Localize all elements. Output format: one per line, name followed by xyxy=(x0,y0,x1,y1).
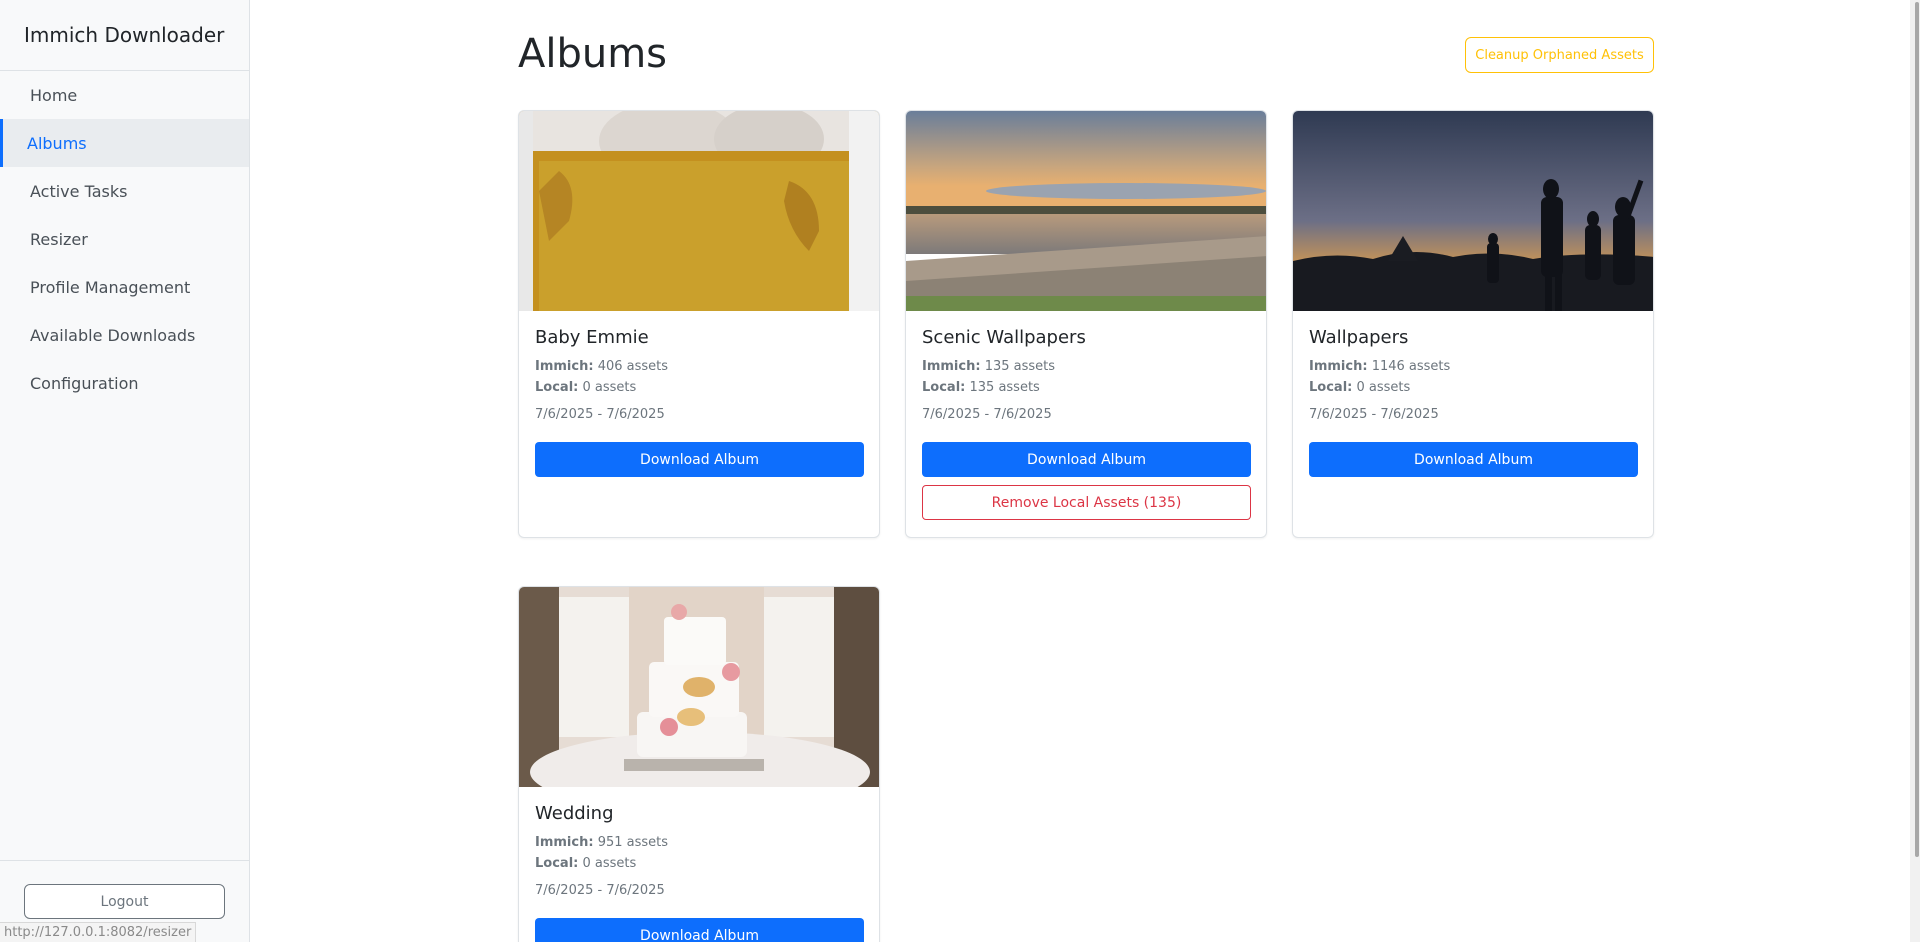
download-album-button[interactable]: Download Album xyxy=(535,918,864,942)
album-thumbnail[interactable] xyxy=(906,111,1266,311)
local-value: 0 assets xyxy=(582,380,637,395)
immich-value: 406 assets xyxy=(597,359,669,374)
local-count: Local: 0 assets xyxy=(535,377,863,398)
album-title: Wedding xyxy=(535,803,614,824)
album-thumbnail[interactable] xyxy=(519,111,879,311)
immich-label: Immich: xyxy=(535,835,594,850)
download-album-button[interactable]: Download Album xyxy=(922,442,1251,477)
album-title: Scenic Wallpapers xyxy=(922,327,1086,348)
local-count: Local: 0 assets xyxy=(1309,377,1637,398)
sidebar-item-configuration[interactable]: Configuration xyxy=(0,359,249,407)
download-album-button[interactable]: Download Album xyxy=(1309,442,1638,477)
album-date-range: 7/6/2025 - 7/6/2025 xyxy=(535,883,665,898)
immich-value: 951 assets xyxy=(597,835,669,850)
sidebar: Immich Downloader Home Albums Active Tas… xyxy=(0,0,250,942)
logout-button[interactable]: Logout xyxy=(24,884,225,919)
status-bar-url: http://127.0.0.1:8082/resizer xyxy=(0,922,197,942)
local-label: Local: xyxy=(535,380,579,395)
sidebar-item-albums[interactable]: Albums xyxy=(0,119,249,167)
local-value: 0 assets xyxy=(1356,380,1411,395)
sidebar-item-resizer[interactable]: Resizer xyxy=(0,215,249,263)
local-label: Local: xyxy=(1309,380,1353,395)
immich-count: Immich: 406 assets xyxy=(535,356,863,377)
sidebar-nav: Home Albums Active Tasks Resizer Profile… xyxy=(0,71,249,407)
album-date-range: 7/6/2025 - 7/6/2025 xyxy=(535,407,665,422)
immich-value: 135 assets xyxy=(984,359,1056,374)
sidebar-item-home[interactable]: Home xyxy=(0,71,249,119)
album-thumbnail[interactable] xyxy=(1293,111,1653,311)
local-label: Local: xyxy=(922,380,966,395)
app-title[interactable]: Immich Downloader xyxy=(0,0,249,71)
remove-local-assets-button[interactable]: Remove Local Assets (135) xyxy=(922,485,1251,520)
sidebar-item-available-downloads[interactable]: Available Downloads xyxy=(0,311,249,359)
local-count: Local: 135 assets xyxy=(922,377,1250,398)
album-title: Wallpapers xyxy=(1309,327,1409,348)
immich-count: Immich: 135 assets xyxy=(922,356,1250,377)
album-date-range: 7/6/2025 - 7/6/2025 xyxy=(922,407,1052,422)
immich-count: Immich: 951 assets xyxy=(535,832,863,853)
immich-label: Immich: xyxy=(922,359,981,374)
album-title: Baby Emmie xyxy=(535,327,649,348)
download-album-button[interactable]: Download Album xyxy=(535,442,864,477)
local-count: Local: 0 assets xyxy=(535,853,863,874)
cleanup-orphaned-assets-button[interactable]: Cleanup Orphaned Assets xyxy=(1465,37,1654,73)
album-card: Wedding Immich: 951 assets Local: 0 asse… xyxy=(518,586,880,942)
album-date-range: 7/6/2025 - 7/6/2025 xyxy=(1309,407,1439,422)
scrollbar-thumb[interactable] xyxy=(1915,2,1919,857)
album-thumbnail[interactable] xyxy=(519,587,879,787)
album-card: Scenic Wallpapers Immich: 135 assets Loc… xyxy=(905,110,1267,538)
local-label: Local: xyxy=(535,856,579,871)
page-title: Albums xyxy=(518,31,668,77)
local-value: 135 assets xyxy=(969,380,1040,395)
sidebar-item-active-tasks[interactable]: Active Tasks xyxy=(0,167,249,215)
immich-label: Immich: xyxy=(535,359,594,374)
local-value: 0 assets xyxy=(582,856,637,871)
immich-label: Immich: xyxy=(1309,359,1368,374)
immich-value: 1146 assets xyxy=(1371,359,1451,374)
page-scrollbar[interactable] xyxy=(1910,0,1920,942)
immich-count: Immich: 1146 assets xyxy=(1309,356,1637,377)
sidebar-item-profile-management[interactable]: Profile Management xyxy=(0,263,249,311)
album-card: Baby Emmie Immich: 406 assets Local: 0 a… xyxy=(518,110,880,538)
album-card: Wallpapers Immich: 1146 assets Local: 0 … xyxy=(1292,110,1654,538)
